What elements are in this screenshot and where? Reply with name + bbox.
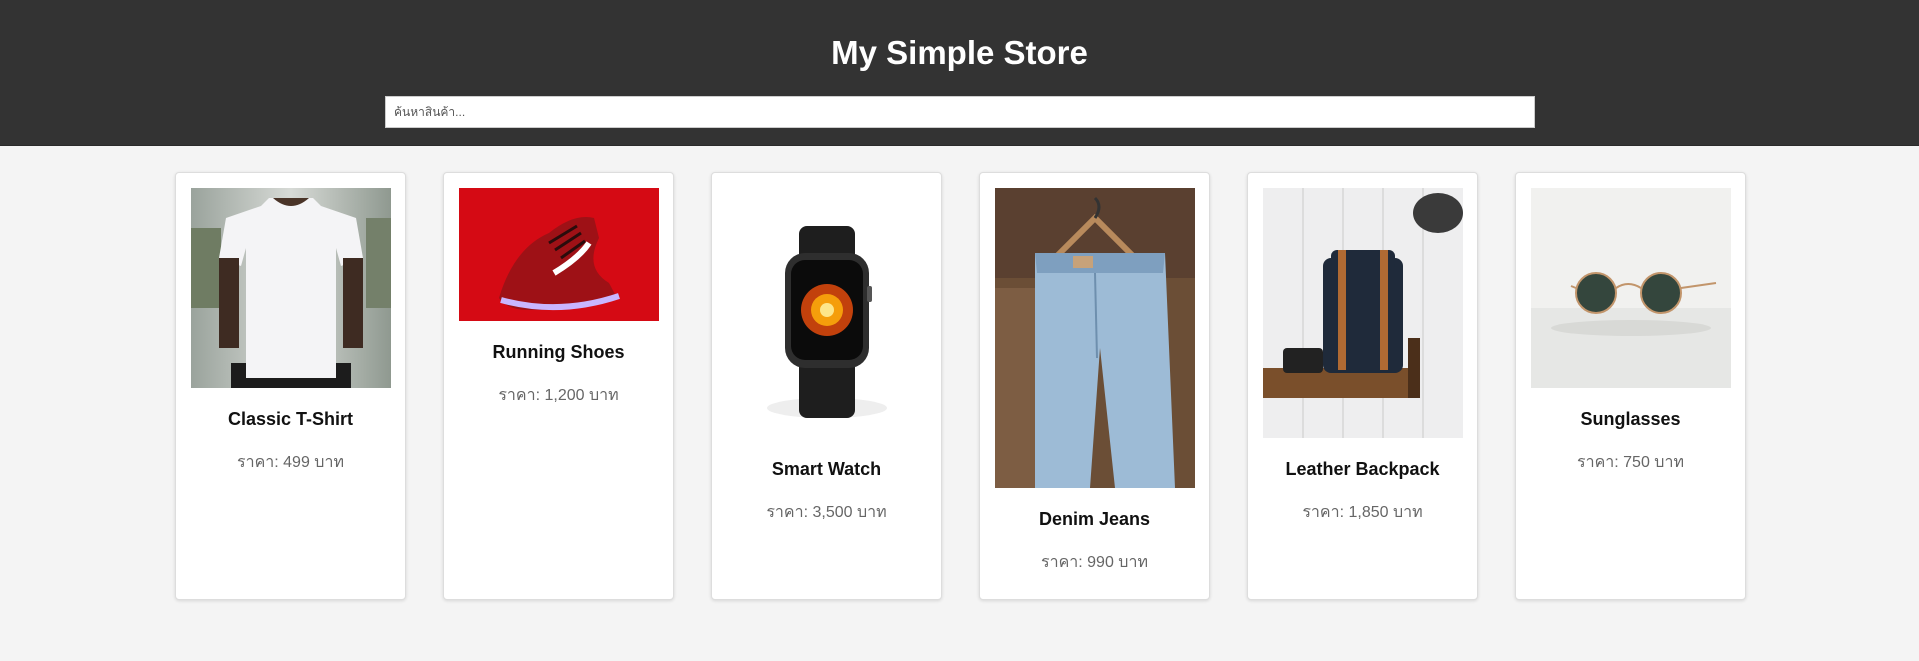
- store-title: My Simple Store: [831, 34, 1088, 71]
- product-name: Sunglasses: [1580, 409, 1681, 429]
- product-card-leather-backpack[interactable]: Leather Backpack ราคา: 1,850 บาท: [1247, 172, 1478, 600]
- product-price: ราคา: 1,200 บาท: [498, 387, 619, 404]
- product-name: Smart Watch: [771, 459, 882, 479]
- product-name: Leather Backpack: [1285, 459, 1440, 479]
- product-image-smart-watch: [727, 188, 927, 438]
- search-input[interactable]: [385, 96, 1535, 128]
- product-card-sunglasses[interactable]: Sunglasses ราคา: 750 บาท: [1515, 172, 1746, 600]
- product-price: ราคา: 1,850 บาท: [1302, 504, 1423, 521]
- product-price: ราคา: 3,500 บาท: [766, 504, 887, 521]
- product-image-leather-backpack: [1263, 188, 1463, 438]
- product-price: ราคา: 750 บาท: [1577, 454, 1684, 471]
- product-image-running-shoes: [459, 188, 659, 321]
- product-price: ราคา: 499 บาท: [237, 454, 344, 471]
- product-name: Running Shoes: [492, 342, 625, 362]
- site-header: My Simple Store: [0, 0, 1919, 146]
- product-image-sunglasses: [1531, 188, 1731, 388]
- product-price: ราคา: 990 บาท: [1041, 554, 1148, 571]
- product-name: Denim Jeans: [1038, 509, 1151, 529]
- product-card-smart-watch[interactable]: Smart Watch ราคา: 3,500 บาท: [711, 172, 942, 600]
- product-card-tshirt[interactable]: Classic T-Shirt ราคา: 499 บาท: [175, 172, 406, 600]
- product-name: Classic T-Shirt: [227, 409, 354, 429]
- product-card-running-shoes[interactable]: Running Shoes ราคา: 1,200 บาท: [443, 172, 674, 600]
- product-image-tshirt: [191, 188, 391, 388]
- product-card-denim-jeans[interactable]: Denim Jeans ราคา: 990 บาท: [979, 172, 1210, 600]
- product-image-denim-jeans: [995, 188, 1195, 488]
